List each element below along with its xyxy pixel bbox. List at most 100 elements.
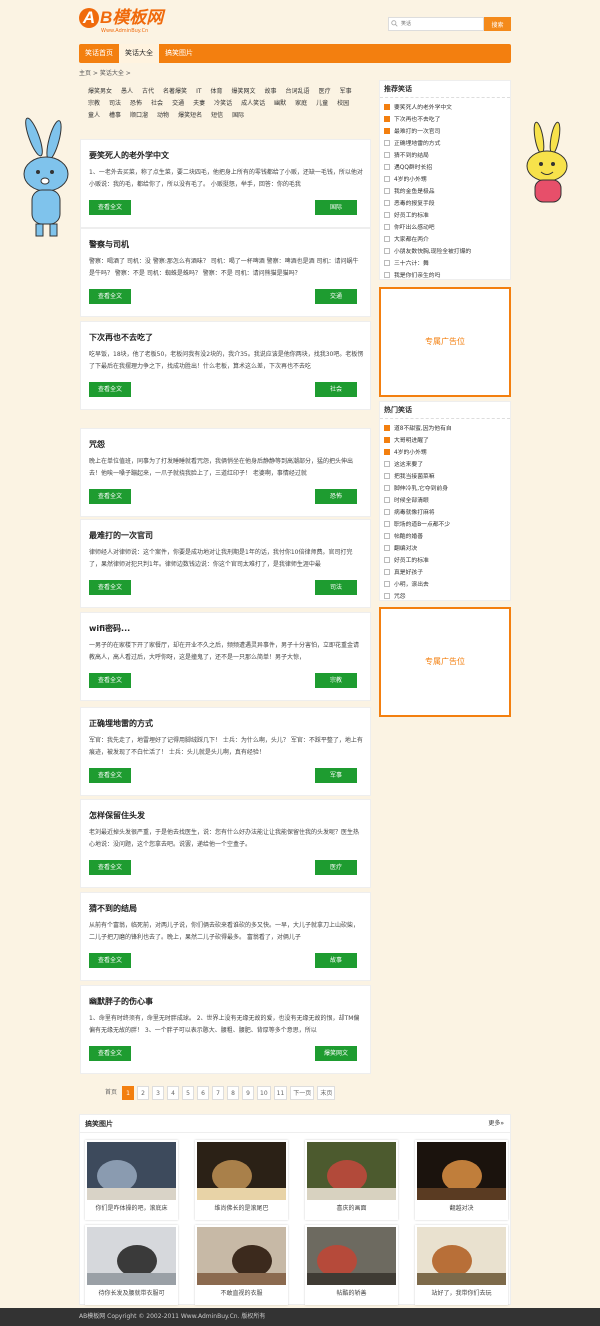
read-more-button[interactable]: 查看全文 — [89, 580, 131, 595]
joke-category-button[interactable]: 爆笑网文 — [315, 1046, 357, 1061]
joke-category-button[interactable]: 交通 — [315, 289, 357, 304]
tag-link[interactable]: 儿童 — [316, 98, 328, 110]
joke-category-button[interactable]: 国际 — [315, 200, 357, 215]
read-more-button[interactable]: 查看全文 — [89, 200, 131, 215]
hot-list-item[interactable]: 好员工的标准 — [380, 555, 510, 567]
joke-category-button[interactable]: 故事 — [315, 953, 357, 968]
search-input[interactable] — [388, 17, 484, 31]
gallery-item[interactable]: 待你长发及腰就带衣服可 — [85, 1225, 178, 1305]
page-link[interactable]: 下一页 — [290, 1086, 315, 1100]
gallery-item[interactable]: 维尚佛长的是滚尾巴 — [195, 1140, 288, 1220]
tag-link[interactable]: 爆笑男女 — [88, 86, 112, 98]
hot-list-item[interactable]: 职场的道B一点都不少 — [380, 519, 510, 531]
tag-link[interactable]: 幽默 — [274, 98, 286, 110]
recommend-list-item[interactable]: 大家都在两介 — [380, 234, 510, 246]
recommend-list-item[interactable]: 猜不到的结局 — [380, 150, 510, 162]
tag-link[interactable]: 校园 — [337, 98, 349, 110]
tag-link[interactable]: 家庭 — [295, 98, 307, 110]
recommend-list-item[interactable]: 下次再也不去吃了 — [380, 114, 510, 126]
tag-link[interactable]: 司法 — [109, 98, 121, 110]
tag-link[interactable]: 国际 — [232, 110, 244, 122]
read-more-button[interactable]: 查看全文 — [89, 860, 131, 875]
tag-link[interactable]: 故事 — [265, 86, 277, 98]
tag-link[interactable]: 短信 — [211, 110, 223, 122]
hot-list-item[interactable]: 时候全部清眼 — [380, 495, 510, 507]
tag-link[interactable]: 成人笑话 — [241, 98, 265, 110]
recommend-list-item[interactable]: 4岁的小外甥 — [380, 174, 510, 186]
joke-category-button[interactable]: 恐怖 — [315, 489, 357, 504]
nav-jokes[interactable]: 笑话大全 — [119, 44, 159, 63]
page-link[interactable]: 末页 — [317, 1086, 336, 1100]
joke-title[interactable]: wifi密码... — [89, 623, 130, 634]
read-more-button[interactable]: 查看全文 — [89, 953, 131, 968]
recommend-list-item[interactable]: 我是你们亲生的吗 — [380, 270, 510, 282]
joke-title[interactable]: 幽默胖子的伤心事 — [89, 996, 153, 1007]
joke-title[interactable]: 要笑死人的老外学中文 — [89, 150, 169, 161]
hot-list-item[interactable]: 这这来要了 — [380, 459, 510, 471]
tag-link[interactable]: 体育 — [211, 86, 223, 98]
search-button[interactable]: 搜索 — [484, 17, 511, 31]
joke-category-button[interactable]: 宗教 — [315, 673, 357, 688]
gallery-item[interactable]: 站好了，我带你们去玩 — [415, 1225, 508, 1305]
page-link[interactable]: 11 — [273, 1086, 288, 1100]
joke-category-button[interactable]: 司法 — [315, 580, 357, 595]
joke-title[interactable]: 咒怨 — [89, 439, 105, 450]
tag-link[interactable]: 动物 — [157, 110, 169, 122]
recommend-list-item[interactable]: 最难打的一次官司 — [380, 126, 510, 138]
hot-list-item[interactable]: 把我当接菌菜嘛 — [380, 471, 510, 483]
read-more-button[interactable]: 查看全文 — [89, 489, 131, 504]
tag-link[interactable]: 台词乱语 — [286, 86, 310, 98]
nav-home[interactable]: 笑话首页 — [79, 44, 119, 63]
gallery-photo[interactable] — [307, 1227, 396, 1285]
ad-slot-1[interactable]: 专属广告位 — [379, 287, 511, 397]
gallery-photo[interactable] — [197, 1227, 286, 1285]
recommend-list-item[interactable]: 好员工的标准 — [380, 210, 510, 222]
gallery-photo[interactable] — [87, 1227, 176, 1285]
gallery-photo[interactable] — [307, 1142, 396, 1200]
hot-list-item[interactable]: 大哥明进醒了 — [380, 435, 510, 447]
tag-link[interactable]: IT — [196, 86, 201, 98]
page-link[interactable]: 7 — [212, 1086, 225, 1100]
tag-link[interactable]: 恐怖 — [130, 98, 142, 110]
gallery-photo[interactable] — [197, 1142, 286, 1200]
recommend-list-item[interactable]: 三十六计：舞 — [380, 258, 510, 270]
tag-link[interactable]: 军事 — [340, 86, 352, 98]
page-link[interactable]: 8 — [227, 1086, 240, 1100]
hot-list-item[interactable]: 翻编对决 — [380, 543, 510, 555]
hot-list-item[interactable]: 咒怨 — [380, 591, 510, 603]
recommend-list-item[interactable]: 小朋友数快胸,现险全被打爆的 — [380, 246, 510, 258]
joke-title[interactable]: 最难打的一次官司 — [89, 530, 153, 541]
page-link[interactable]: 10 — [257, 1086, 271, 1100]
page-link[interactable]: 9 — [242, 1086, 255, 1100]
hot-list-item[interactable]: 道8不甜蜜,因为他有自 — [380, 423, 510, 435]
recommend-list-item[interactable]: 我的金鱼是极品 — [380, 186, 510, 198]
hot-list-item[interactable]: 真是好孩子 — [380, 567, 510, 579]
tag-link[interactable]: 古代 — [142, 86, 154, 98]
gallery-item[interactable]: 不敢直视的衣服 — [195, 1225, 288, 1305]
hot-list-item[interactable]: 小明，滚出去 — [380, 579, 510, 591]
tag-link[interactable]: 爆笑网文 — [232, 86, 256, 98]
gallery-more-link[interactable]: 更多» — [488, 1115, 504, 1133]
recommend-list-item[interactable]: 正确埋地雷的方式 — [380, 138, 510, 150]
recommend-list-item[interactable]: 要笑死人的老外学中文 — [380, 102, 510, 114]
hot-list-item[interactable]: 4岁的小外甥 — [380, 447, 510, 459]
recommend-list-item[interactable]: 你吓出么感动吧 — [380, 222, 510, 234]
page-link[interactable]: 2 — [137, 1086, 150, 1100]
hot-list-item[interactable]: 病毒就像打麻将 — [380, 507, 510, 519]
joke-title[interactable]: 下次再也不去吃了 — [89, 332, 153, 343]
page-link[interactable]: 1 — [122, 1086, 135, 1100]
page-link[interactable]: 6 — [197, 1086, 210, 1100]
hot-list-item[interactable]: 脚伸冷乳,它夺到前身 — [380, 483, 510, 495]
tag-link[interactable]: 童人 — [88, 110, 100, 122]
page-link[interactable]: 3 — [152, 1086, 165, 1100]
recommend-list-item[interactable]: 遇QQ群时长招 — [380, 162, 510, 174]
tag-link[interactable]: 顺口溜 — [130, 110, 148, 122]
gallery-photo[interactable] — [417, 1227, 506, 1285]
gallery-photo[interactable] — [87, 1142, 176, 1200]
read-more-button[interactable]: 查看全文 — [89, 673, 131, 688]
gallery-item[interactable]: 帖酷的轿善 — [305, 1225, 398, 1305]
recommend-list-item[interactable]: 恶毒的报复手段 — [380, 198, 510, 210]
gallery-item[interactable]: 翻越对决 — [415, 1140, 508, 1220]
gallery-item[interactable]: 你们是咋体操的吧，滚底床 — [85, 1140, 178, 1220]
site-logo[interactable]: A B模板网 Www.AdminBuy.Cn — [79, 8, 169, 38]
